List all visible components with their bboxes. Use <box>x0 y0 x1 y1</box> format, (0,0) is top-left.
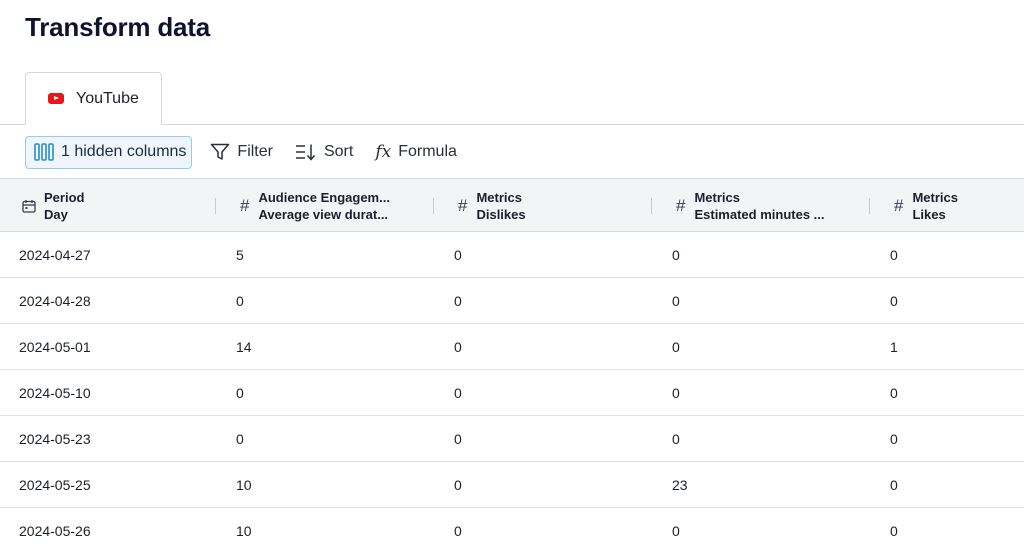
table-row[interactable]: 2024-04-27 5 0 0 0 <box>0 232 1024 278</box>
sort-icon <box>295 143 317 161</box>
cell-estimated-minutes: 23 <box>672 476 688 493</box>
filter-icon <box>210 143 230 161</box>
cell-likes: 0 <box>890 292 898 309</box>
calendar-icon <box>22 199 36 213</box>
cell-dislikes: 0 <box>454 430 462 447</box>
cell-likes: 0 <box>890 476 898 493</box>
number-type-icon: # <box>458 196 468 215</box>
cell-estimated-minutes: 0 <box>672 522 680 539</box>
cell-average-view-duration: 0 <box>236 430 244 447</box>
cell-day: 2024-05-26 <box>19 522 91 539</box>
table-header: Period Day # Audience Engagem... Average… <box>0 178 1024 232</box>
table-row[interactable]: 2024-04-28 0 0 0 0 <box>0 278 1024 324</box>
cell-day: 2024-04-27 <box>19 246 91 263</box>
cell-estimated-minutes: 0 <box>672 430 680 447</box>
cell-likes: 0 <box>890 384 898 401</box>
column-header-likes[interactable]: # Metrics Likes <box>894 179 1022 233</box>
hidden-columns-button[interactable]: 1 hidden columns <box>25 135 193 169</box>
number-type-icon: # <box>676 196 686 215</box>
cell-dislikes: 0 <box>454 246 462 263</box>
tab-label: YouTube <box>76 89 139 107</box>
cell-estimated-minutes: 0 <box>672 292 680 309</box>
source-tabs: YouTube <box>0 72 1024 125</box>
cell-average-view-duration: 5 <box>236 246 244 263</box>
column-header-day[interactable]: Period Day <box>22 179 212 233</box>
cell-average-view-duration: 10 <box>236 476 252 493</box>
youtube-icon <box>48 93 64 104</box>
cell-dislikes: 0 <box>454 476 462 493</box>
filter-button[interactable]: Filter <box>210 136 273 169</box>
columns-icon <box>34 143 54 161</box>
column-group-label: Metrics <box>476 190 522 205</box>
cell-estimated-minutes: 0 <box>672 246 680 263</box>
column-divider[interactable] <box>433 198 434 214</box>
cell-day: 2024-05-23 <box>19 430 91 447</box>
column-name-label: Estimated minutes ... <box>694 207 825 222</box>
column-group-label: Metrics <box>912 190 958 205</box>
hidden-columns-label: 1 hidden columns <box>61 143 187 160</box>
table-row[interactable]: 2024-05-26 10 0 0 0 <box>0 508 1024 544</box>
cell-dislikes: 0 <box>454 292 462 309</box>
column-group-label: Metrics <box>694 190 740 205</box>
cell-day: 2024-05-10 <box>19 384 91 401</box>
table-row[interactable]: 2024-05-25 10 0 23 0 <box>0 462 1024 508</box>
cell-average-view-duration: 14 <box>236 338 252 355</box>
cell-likes: 1 <box>890 338 898 355</box>
column-divider[interactable] <box>651 198 652 214</box>
column-name-label: Day <box>44 207 68 222</box>
cell-day: 2024-05-25 <box>19 476 91 493</box>
table-row[interactable]: 2024-05-23 0 0 0 0 <box>0 416 1024 462</box>
cell-likes: 0 <box>890 246 898 263</box>
cell-dislikes: 0 <box>454 522 462 539</box>
column-header-average-view-duration[interactable]: # Audience Engagem... Average view durat… <box>240 179 430 233</box>
column-group-label: Audience Engagem... <box>258 190 390 205</box>
toolbar: 1 hidden columns Filter Sort fx Formula <box>0 126 1024 178</box>
cell-likes: 0 <box>890 430 898 447</box>
table-row[interactable]: 2024-05-01 14 0 0 1 <box>0 324 1024 370</box>
cell-average-view-duration: 0 <box>236 292 244 309</box>
number-type-icon: # <box>894 196 904 215</box>
data-table: Period Day # Audience Engagem... Average… <box>0 178 1024 544</box>
sort-button[interactable]: Sort <box>295 136 353 169</box>
column-name-label: Dislikes <box>476 207 526 222</box>
column-group-label: Period <box>44 190 85 205</box>
cell-day: 2024-05-01 <box>19 338 91 355</box>
number-type-icon: # <box>240 196 250 215</box>
cell-day: 2024-04-28 <box>19 292 91 309</box>
cell-estimated-minutes: 0 <box>672 384 680 401</box>
page-title: Transform data <box>25 12 211 42</box>
formula-icon: fx <box>375 142 392 162</box>
column-name-label: Likes <box>912 207 946 222</box>
column-divider[interactable] <box>215 198 216 214</box>
cell-average-view-duration: 0 <box>236 384 244 401</box>
column-header-dislikes[interactable]: # Metrics Dislikes <box>458 179 648 233</box>
cell-likes: 0 <box>890 522 898 539</box>
column-name-label: Average view durat... <box>258 207 389 222</box>
cell-dislikes: 0 <box>454 338 462 355</box>
column-divider[interactable] <box>869 198 870 214</box>
cell-average-view-duration: 10 <box>236 522 252 539</box>
cell-estimated-minutes: 0 <box>672 338 680 355</box>
filter-label: Filter <box>237 143 273 160</box>
table-row[interactable]: 2024-05-10 0 0 0 0 <box>0 370 1024 416</box>
cell-dislikes: 0 <box>454 384 462 401</box>
tab-youtube[interactable]: YouTube <box>25 72 162 125</box>
column-header-estimated-minutes[interactable]: # Metrics Estimated minutes ... <box>676 179 866 233</box>
sort-label: Sort <box>323 143 354 160</box>
formula-button[interactable]: fx Formula <box>375 136 457 169</box>
formula-label: Formula <box>398 143 457 160</box>
